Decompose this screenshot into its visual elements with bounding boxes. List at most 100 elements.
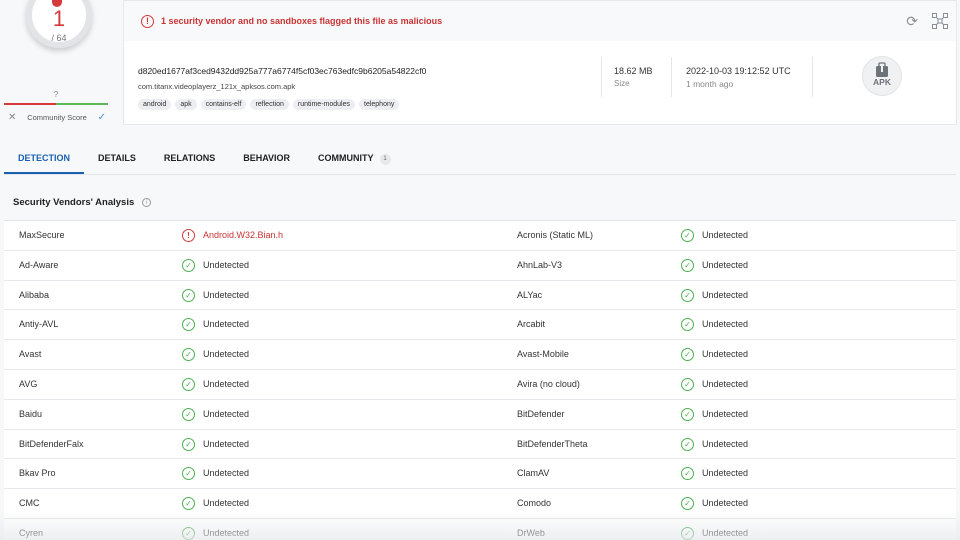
vendor-result-text: Undetected <box>203 349 250 360</box>
tab-behavior[interactable]: BEHAVIOR <box>229 140 304 174</box>
alert-icon: ! <box>182 229 195 242</box>
vendor-result-text: Undetected <box>203 259 250 270</box>
section-title: Security Vendors' Analysis i <box>13 197 152 208</box>
vendor-result: ✓ Undetected <box>681 400 748 429</box>
vote-malicious-icon[interactable]: ✕ <box>8 112 16 123</box>
alert-text: 1 security vendor and no sandboxes flagg… <box>161 16 443 26</box>
tag[interactable]: telephony <box>359 99 400 110</box>
vendor-result-text: Undetected <box>702 468 749 479</box>
vendor-name: CMC <box>19 498 40 509</box>
community-score-bar <box>4 103 108 105</box>
vendor-result-text: Undetected <box>203 408 250 419</box>
vendor-result: ✓ Undetected <box>182 281 249 310</box>
check-circle-icon: ✓ <box>681 526 694 540</box>
vote-harmless-icon[interactable]: ✓ <box>98 112 106 123</box>
vendor-result-text: Undetected <box>203 438 250 449</box>
vendor-result-text: Undetected <box>203 468 250 479</box>
tag[interactable]: contains-elf <box>200 99 247 110</box>
vendor-result-text: Undetected <box>203 498 250 509</box>
vendor-name: Avira (no cloud) <box>517 378 580 389</box>
score-gauge: 1 / 64 <box>26 0 92 48</box>
engine-total: / 64 <box>51 33 67 43</box>
tag[interactable]: reflection <box>250 99 289 110</box>
table-row: Bkav Pro ✓ Undetected ClamAV ✓ Undetected <box>4 459 956 490</box>
alert-icon: ! <box>141 14 154 28</box>
tag[interactable]: android <box>138 99 172 110</box>
section-title-text: Security Vendors' Analysis <box>13 197 135 208</box>
vendor-result: ✓ Undetected <box>681 489 748 518</box>
vendor-result-text: Undetected <box>702 498 749 509</box>
reanalyze-icon[interactable]: ⟳ <box>906 13 918 30</box>
table-row: MaxSecure! Android.W32.Bian.h Acronis (Sta… <box>4 221 956 251</box>
vendor-result-text: Undetected <box>702 378 749 389</box>
file-size-value: 18.62 MB <box>614 66 653 76</box>
vendor-result-text: Undetected <box>702 319 749 330</box>
vendor-result: ✓ Undetected <box>681 519 748 540</box>
tab-community[interactable]: COMMUNITY 1 <box>304 140 405 174</box>
tabs-divider <box>4 174 956 175</box>
tab-detection[interactable]: DETECTION <box>4 140 85 174</box>
table-row: AVG ✓ Undetected Avira (no cloud) ✓ Undetecte… <box>4 369 956 400</box>
vendor-result: ✓ Undetected <box>681 370 748 399</box>
vendor-result: ✓ Undetected <box>182 370 249 399</box>
vendor-name: Bkav Pro <box>19 468 56 479</box>
vendor-name: Ad-Aware <box>19 259 59 270</box>
vendor-name: ALYac <box>517 289 543 300</box>
vendor-result-text: Undetected <box>203 527 250 538</box>
table-row: Baidu ✓ Undetected BitDefender ✓ Undetected <box>4 399 956 430</box>
tag[interactable]: runtime-modules <box>292 99 355 110</box>
vendor-result: ✓ Undetected <box>182 459 249 488</box>
tab-label: DETAILS <box>98 153 136 163</box>
file-name: com.titanx.videoplayerz_121x_apksos.com.… <box>138 82 296 91</box>
vendor-result: ✓ Undetected <box>681 340 748 369</box>
vendor-result: ✓ Undetected <box>681 459 748 488</box>
vendor-result: ✓ Undetected <box>182 489 249 518</box>
check-circle-icon: ✓ <box>182 288 195 302</box>
tab-label: RELATIONS <box>163 153 216 163</box>
tab-relations[interactable]: RELATIONS <box>150 140 229 174</box>
file-size-label: Size <box>614 79 630 88</box>
vendor-name: Cyren <box>19 527 44 538</box>
info-icon[interactable]: i <box>142 198 152 207</box>
table-row: CMC ✓ Undetected Comodo ✓ Undetected <box>4 489 956 519</box>
vendor-result-text[interactable]: Android.W32.Bian.h <box>203 221 283 250</box>
android-package-icon <box>876 62 888 77</box>
tab-details[interactable]: DETAILS <box>84 140 150 174</box>
tag[interactable]: apk <box>175 99 197 110</box>
vendor-result-text: Undetected <box>702 349 749 360</box>
tab-label: BEHAVIOR <box>243 153 291 163</box>
community-count-badge: 1 <box>379 154 391 165</box>
tag-list: android apk contains-elf reflection runt… <box>138 99 400 110</box>
graph-icon[interactable] <box>932 13 948 29</box>
vendor-result-text: Undetected <box>203 378 250 389</box>
table-row: Alibaba ✓ Undetected ALYac ✓ Undetected <box>4 280 956 311</box>
community-score-value: ? <box>53 90 59 99</box>
vendor-name: AVG <box>19 378 38 389</box>
community-score-label: Community Score <box>27 113 87 122</box>
check-circle-icon: ✓ <box>182 377 195 391</box>
table-row: Cyren ✓ Undetected DrWeb ✓ Undetected <box>4 518 956 540</box>
divider <box>812 57 813 97</box>
divider <box>671 57 672 97</box>
vendor-result: ✓ Undetected <box>681 430 748 459</box>
table-row: Avast ✓ Undetected Avast-Mobile ✓ Undetected <box>4 340 956 370</box>
vendor-result-text: Undetected <box>702 259 749 270</box>
vendor-name: DrWeb <box>517 527 545 538</box>
vendor-name: Avast-Mobile <box>517 349 569 360</box>
check-circle-icon: ✓ <box>681 377 694 391</box>
vendor-name: Avast <box>19 349 42 360</box>
vendor-result: ✓ Undetected <box>681 251 748 280</box>
check-circle-icon: ✓ <box>681 407 694 421</box>
file-hash[interactable]: d820ed1677af3ced9432dd925a777a6774f5cf03… <box>138 66 426 76</box>
divider <box>601 57 602 97</box>
check-circle-icon: ✓ <box>681 497 694 511</box>
vendor-result: ✓ Undetected <box>182 400 249 429</box>
vendor-result: ✓ Undetected <box>681 281 748 310</box>
vendor-result: ✓ Undetected <box>182 310 249 339</box>
check-circle-icon: ✓ <box>182 258 195 272</box>
check-circle-icon: ✓ <box>182 497 195 511</box>
vendor-result: ✓ Undetected <box>182 251 249 280</box>
vendor-name: BitDefenderFalx <box>19 438 84 449</box>
table-row: BitDefenderFalx ✓ Undetected BitDefenderThe… <box>4 429 956 460</box>
check-circle-icon: ✓ <box>182 467 195 481</box>
